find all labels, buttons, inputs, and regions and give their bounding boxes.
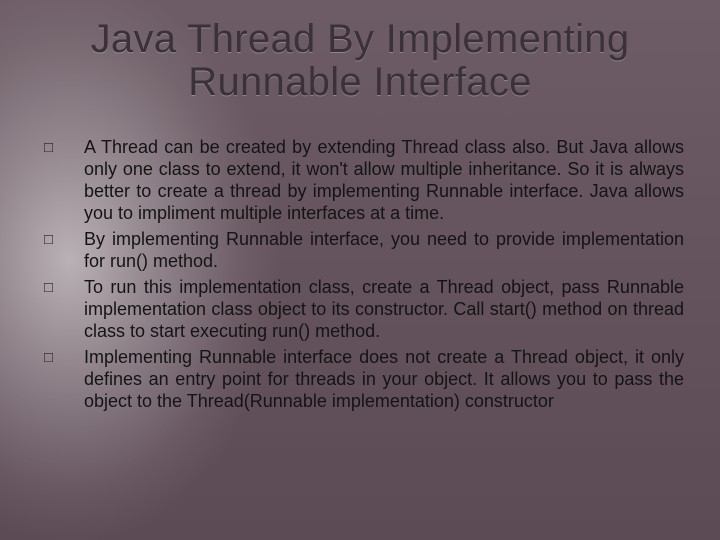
bullet-icon: □ — [42, 228, 84, 251]
title-line-1: Java Thread By Implementing — [91, 17, 630, 61]
list-item: □ To run this implementation class, crea… — [42, 276, 684, 342]
slide: Java Thread By Implementing Runnable Int… — [0, 0, 720, 540]
bullet-text: By implementing Runnable interface, you … — [84, 228, 684, 272]
slide-body: □ A Thread can be created by extending T… — [42, 136, 684, 416]
bullet-icon: □ — [42, 276, 84, 299]
bullet-icon: □ — [42, 346, 84, 369]
bullet-text: Implementing Runnable interface does not… — [84, 346, 684, 412]
bullet-text: To run this implementation class, create… — [84, 276, 684, 342]
list-item: □ Implementing Runnable interface does n… — [42, 346, 684, 412]
title-line-2: Runnable Interface — [188, 60, 531, 104]
bullet-text: A Thread can be created by extending Thr… — [84, 136, 684, 224]
list-item: □ By implementing Runnable interface, yo… — [42, 228, 684, 272]
bullet-icon: □ — [42, 136, 84, 159]
list-item: □ A Thread can be created by extending T… — [42, 136, 684, 224]
slide-title: Java Thread By Implementing Runnable Int… — [0, 18, 720, 104]
